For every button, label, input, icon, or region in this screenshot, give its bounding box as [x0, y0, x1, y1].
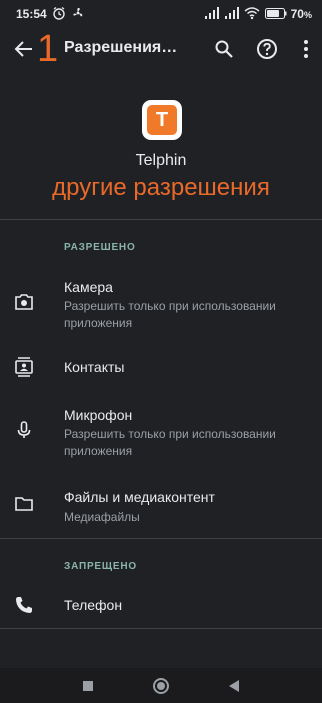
permission-title: Контакты [64, 359, 125, 375]
permission-item-camera[interactable]: Камера Разрешить только при использовани… [0, 270, 322, 332]
permission-title: Файлы и медиаконтент [64, 489, 215, 505]
permission-subtitle: Разрешить только при использовании прило… [64, 427, 276, 458]
battery-percent: 70% [290, 7, 312, 21]
system-nav-bar [0, 668, 322, 703]
permission-item-contacts[interactable]: Контакты [0, 346, 322, 390]
permission-subtitle: Разрешить только при использовании прило… [64, 299, 276, 330]
back-nav-icon[interactable] [228, 679, 240, 693]
permission-title: Телефон [64, 597, 123, 613]
battery-icon [265, 8, 287, 19]
divider [0, 219, 322, 220]
permission-item-files[interactable]: Файлы и медиаконтент Медиафайлы [0, 480, 322, 528]
more-options-icon[interactable] [294, 37, 318, 61]
permission-item-microphone[interactable]: Микрофон Разрешить только при использова… [0, 398, 322, 460]
permission-title: Микрофон [64, 407, 133, 423]
alarm-icon [53, 6, 65, 20]
contacts-icon [15, 357, 33, 377]
permission-item-phone[interactable]: Телефон [0, 584, 322, 628]
overlay-caption: другие разрешения [52, 174, 270, 201]
status-bar: 15:54 70% [0, 0, 322, 28]
divider [0, 538, 322, 539]
signal-icon-2 [225, 7, 239, 19]
app-name: Telphin [135, 152, 187, 169]
section-label-allowed: РАЗРЕШЕНО [64, 242, 136, 253]
overlay-step-number: 1 [37, 28, 59, 70]
home-icon[interactable] [152, 677, 170, 695]
recents-icon[interactable] [82, 680, 94, 692]
folder-icon [15, 497, 33, 511]
camera-icon [15, 294, 33, 310]
divider [0, 628, 322, 629]
help-icon[interactable] [255, 37, 279, 61]
status-time: 15:54 [16, 7, 47, 21]
back-arrow-icon[interactable] [12, 37, 36, 61]
page-title: Разрешения… [64, 39, 178, 56]
search-icon[interactable] [212, 37, 236, 61]
app-icon: T [142, 100, 182, 140]
fan-icon [73, 8, 83, 17]
permission-title: Камера [64, 279, 113, 295]
microphone-icon [17, 421, 31, 438]
phone-icon [16, 597, 32, 613]
section-label-denied: ЗАПРЕЩЕНО [64, 561, 137, 572]
app-icon-letter: T [147, 105, 177, 135]
permission-subtitle: Медиафайлы [64, 510, 140, 524]
app-bar: 1 Разрешения… [0, 28, 322, 70]
wifi-icon [244, 7, 260, 20]
signal-icon-1 [205, 7, 219, 19]
